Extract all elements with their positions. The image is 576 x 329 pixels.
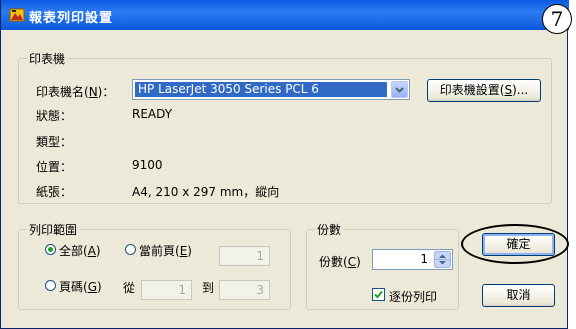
from-label: 從 <box>123 281 136 295</box>
printer-select-value: HP LaserJet 3050 Series PCL 6 <box>135 82 387 97</box>
range-current-page-radio[interactable] <box>125 244 136 255</box>
copies-label: 份數(C) <box>319 255 361 269</box>
type-label: 類型： <box>36 135 73 149</box>
to-label: 到 <box>202 281 215 295</box>
status-value: READY <box>132 107 173 121</box>
collate-label[interactable]: 逐份列印 <box>389 288 437 305</box>
printer-settings-button[interactable]: 印表機設置(S)... <box>427 79 541 102</box>
range-pages-radio[interactable] <box>45 280 56 291</box>
current-page-input[interactable]: 1 <box>219 246 270 266</box>
highlight-ellipse <box>461 224 569 264</box>
paper-value: A4, 210 x 297 mm，縱向 <box>132 185 280 199</box>
copies-value: 1 <box>420 252 428 266</box>
chevron-down-icon[interactable] <box>391 81 408 98</box>
range-all-label[interactable]: 全部(A) <box>59 242 101 259</box>
title-bar[interactable]: 報表列印設置 <box>1 0 569 30</box>
checkmark-icon <box>374 290 383 299</box>
cancel-button[interactable]: 取消 <box>482 284 555 307</box>
window-title: 報表列印設置 <box>29 11 114 26</box>
copies-spinner[interactable]: 1 <box>372 249 453 270</box>
collate-checkbox[interactable] <box>372 288 385 301</box>
paper-label: 紙張： <box>36 185 73 199</box>
printer-group-legend: 印表機 <box>27 50 68 67</box>
copies-legend: 份數 <box>315 221 344 238</box>
spin-up-down-icon[interactable] <box>434 251 451 268</box>
location-value: 9100 <box>132 158 163 172</box>
to-page-input[interactable]: 3 <box>219 280 270 300</box>
from-page-input[interactable]: 1 <box>141 280 192 300</box>
range-all-radio[interactable] <box>45 244 56 255</box>
print-range-legend: 列印範圍 <box>27 221 80 238</box>
range-pages-label[interactable]: 頁碼(G) <box>59 278 102 295</box>
report-app-icon <box>9 8 25 22</box>
step-number-badge: 7 <box>542 4 572 34</box>
range-current-page-label[interactable]: 當前頁(E) <box>139 242 192 259</box>
location-label: 位置： <box>36 160 73 174</box>
print-settings-dialog: 報表列印設置 7 印表機 印表機名(N)： HP LaserJet 3050 S… <box>0 0 572 329</box>
status-label: 狀態： <box>36 109 73 123</box>
printer-name-label: 印表機名(N)： <box>36 85 115 99</box>
printer-select[interactable]: HP LaserJet 3050 Series PCL 6 <box>132 79 410 100</box>
